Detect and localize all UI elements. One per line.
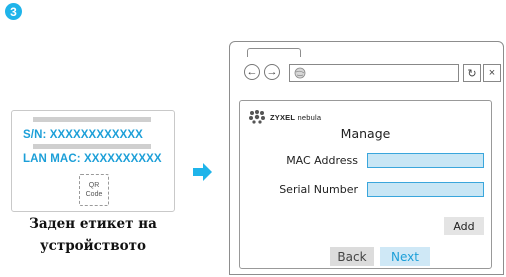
label-bar [33,117,151,122]
mac-address-label: MAC Address [286,154,358,167]
nebula-manage-panel: ZYXEL nebula Manage MAC Address Serial N… [239,100,492,269]
qr-code: QR Code [79,174,109,206]
device-label-card: S/N: XXXXXXXXXXXX LAN MAC: XXXXXXXXXX QR… [11,110,175,212]
device-label-caption: Заден етикет на устройството [29,216,157,254]
serial-number-label: Serial Number [279,183,358,196]
browser-window: ← → ↻ × ZYXEL nebula Manage MAC Address … [229,41,504,275]
back-arrow-icon[interactable]: ← [244,64,260,80]
page-title: Manage [340,126,391,141]
reload-icon[interactable]: ↻ [463,64,481,82]
browser-tab[interactable] [247,48,301,57]
arrow-right-icon [193,163,212,181]
next-button[interactable]: Next [380,247,430,266]
address-bar[interactable] [289,64,459,82]
serial-number-text: S/N: XXXXXXXXXXXX [23,129,143,141]
qr-code-label: QR Code [85,182,103,198]
add-button[interactable]: Add [444,217,484,235]
nebula-logo-icon [249,110,265,124]
mac-address-text: LAN MAC: XXXXXXXXXX [23,153,162,165]
browser-tab-strip [230,42,503,57]
serial-number-input[interactable] [367,182,484,197]
logo-brand: ZYXEL [270,112,296,122]
zyxel-nebula-logo: ZYXEL nebula [248,110,321,124]
globe-icon [294,67,306,79]
logo-product: nebula [297,112,322,122]
step-number-badge: 3 [5,3,22,20]
close-icon[interactable]: × [483,64,501,82]
forward-arrow-icon[interactable]: → [264,64,280,80]
label-bar [33,144,151,149]
back-button[interactable]: Back [330,247,374,266]
mac-address-input[interactable] [367,153,484,168]
